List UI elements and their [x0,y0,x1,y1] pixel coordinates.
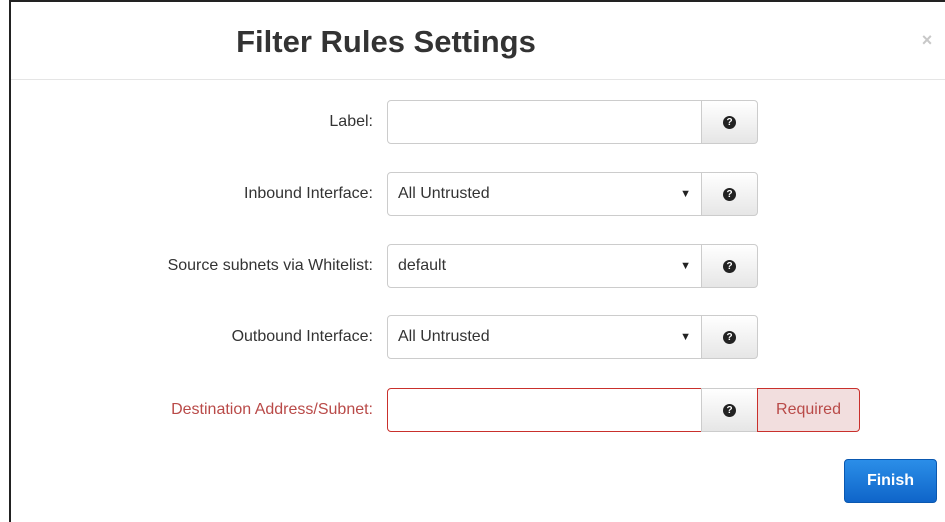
label-field-label: Label: [329,113,373,130]
source-subnets-select[interactable]: default ▼ [387,244,702,288]
dialog-title: Filter Rules Settings [236,24,536,59]
outbound-interface-help-button[interactable]: ? [701,315,758,359]
finish-button[interactable]: Finish [844,459,937,503]
question-circle-icon: ? [723,115,736,129]
inbound-interface-help-button[interactable]: ? [701,172,758,216]
source-subnets-help-button[interactable]: ? [701,244,758,288]
question-circle-icon: ? [723,403,736,417]
filter-rules-dialog: Filter Rules Settings × Label: ? Inbound… [9,0,945,522]
inbound-interface-label: Inbound Interface: [244,185,373,202]
inbound-interface-row: Inbound Interface: All Untrusted ▼ ? [11,172,945,216]
caret-down-icon: ▼ [680,188,691,200]
outbound-interface-value: All Untrusted [398,328,490,345]
dialog-header: Filter Rules Settings × [11,2,945,80]
destination-label: Destination Address/Subnet: [171,401,373,418]
destination-row: Destination Address/Subnet: ? Required [11,388,945,432]
outbound-interface-select[interactable]: All Untrusted ▼ [387,315,702,359]
destination-help-button[interactable]: ? [701,388,758,432]
destination-input[interactable] [387,388,702,432]
question-circle-icon: ? [723,187,736,201]
caret-down-icon: ▼ [680,331,691,343]
outbound-interface-label: Outbound Interface: [231,328,373,345]
question-circle-icon: ? [723,259,736,273]
source-subnets-row: Source subnets via Whitelist: default ▼ … [11,244,945,288]
inbound-interface-select[interactable]: All Untrusted ▼ [387,172,702,216]
outbound-interface-row: Outbound Interface: All Untrusted ▼ ? [11,315,945,359]
caret-down-icon: ▼ [680,260,691,272]
required-error-badge: Required [757,388,860,432]
close-icon[interactable]: × [917,30,937,50]
label-input[interactable] [387,100,702,144]
source-subnets-value: default [398,257,447,274]
inbound-interface-value: All Untrusted [398,185,490,202]
label-help-button[interactable]: ? [701,100,758,144]
question-circle-icon: ? [723,330,736,344]
label-row: Label: ? [11,100,945,144]
source-subnets-label: Source subnets via Whitelist: [167,257,373,274]
